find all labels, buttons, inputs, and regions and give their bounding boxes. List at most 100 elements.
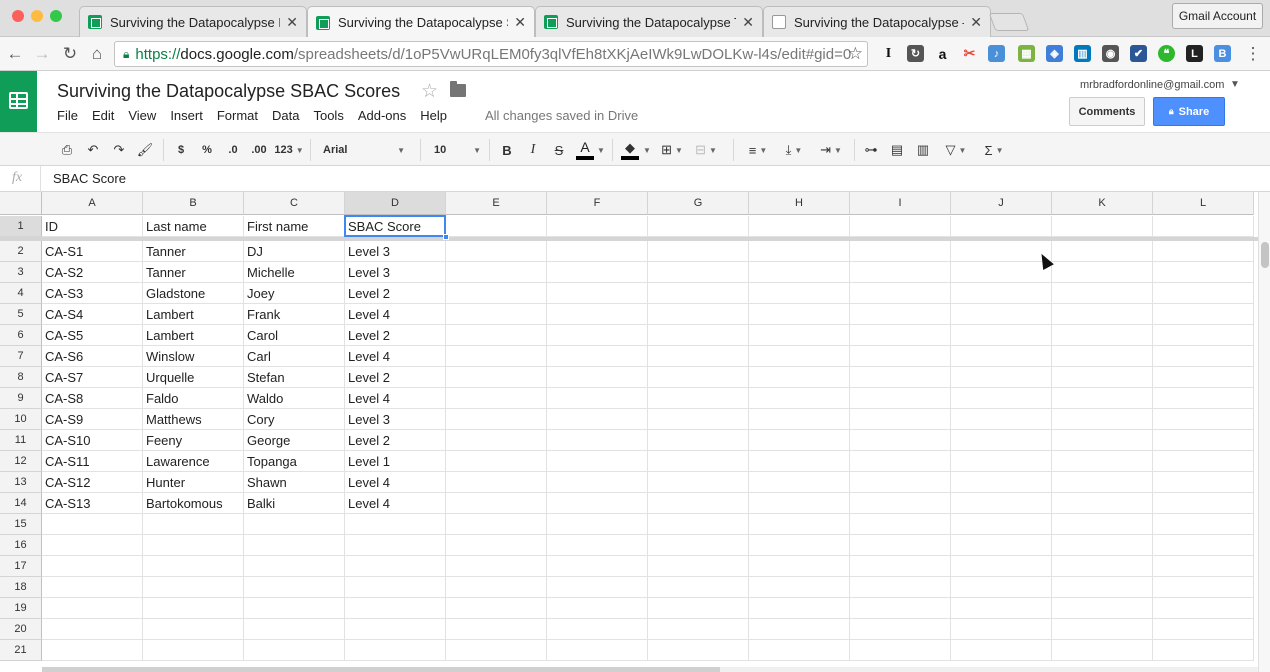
- percent-format-button[interactable]: %: [198, 141, 216, 159]
- cell-e21[interactable]: [446, 640, 547, 661]
- functions-button[interactable]: Σ ▼: [978, 141, 1010, 159]
- instapaper-extension-icon[interactable]: I: [880, 45, 897, 62]
- strikethrough-button[interactable]: S: [550, 141, 568, 159]
- font-family-select[interactable]: Arial ▼: [315, 141, 407, 159]
- cell-l7[interactable]: [1153, 346, 1254, 367]
- more-formats-button[interactable]: 123 ▼: [273, 141, 305, 159]
- cell-f10[interactable]: [547, 409, 648, 430]
- amazon-extension-icon[interactable]: a: [934, 45, 951, 62]
- column-header-j[interactable]: J: [951, 192, 1052, 215]
- cell-l18[interactable]: [1153, 577, 1254, 598]
- row-header-6[interactable]: 6: [0, 325, 42, 346]
- column-header-g[interactable]: G: [648, 192, 749, 215]
- cell-e6[interactable]: [446, 325, 547, 346]
- cell-h2[interactable]: [749, 241, 850, 262]
- link-icon[interactable]: ⊶: [862, 141, 880, 159]
- cell-e20[interactable]: [446, 619, 547, 640]
- extension-icon[interactable]: ↻: [907, 45, 924, 62]
- profile-button[interactable]: Gmail Account: [1172, 3, 1263, 29]
- cell-h1[interactable]: [749, 216, 850, 237]
- cell-f13[interactable]: [547, 472, 648, 493]
- extension-icon[interactable]: ❝: [1158, 45, 1175, 62]
- paint-format-icon[interactable]: 🖌︎: [136, 141, 154, 159]
- cell-j9[interactable]: [951, 388, 1052, 409]
- cell-f14[interactable]: [547, 493, 648, 514]
- cell-i14[interactable]: [850, 493, 951, 514]
- cell-d12[interactable]: Level 1: [345, 451, 446, 472]
- cell-h14[interactable]: [749, 493, 850, 514]
- chrome-menu-icon[interactable]: ⋮: [1244, 44, 1262, 64]
- cell-j20[interactable]: [951, 619, 1052, 640]
- cell-j15[interactable]: [951, 514, 1052, 535]
- scroll-thumb[interactable]: [1261, 242, 1269, 268]
- cell-k20[interactable]: [1052, 619, 1153, 640]
- minimize-window-button[interactable]: [31, 10, 43, 22]
- text-wrap-icon[interactable]: ⇥ ▼: [814, 141, 848, 159]
- row-header-21[interactable]: 21: [0, 640, 42, 661]
- save-status[interactable]: All changes saved in Drive: [485, 108, 638, 123]
- cell-k8[interactable]: [1052, 367, 1153, 388]
- frozen-row-divider[interactable]: [0, 237, 1258, 241]
- cell-b4[interactable]: Gladstone: [143, 283, 244, 304]
- cell-j14[interactable]: [951, 493, 1052, 514]
- cell-a18[interactable]: [42, 577, 143, 598]
- trello-extension-icon[interactable]: ▥: [1074, 45, 1091, 62]
- cell-e11[interactable]: [446, 430, 547, 451]
- cell-c15[interactable]: [244, 514, 345, 535]
- cell-g1[interactable]: [648, 216, 749, 237]
- forward-icon[interactable]: →: [33, 44, 51, 64]
- cell-d21[interactable]: [345, 640, 446, 661]
- cell-c12[interactable]: Topanga: [244, 451, 345, 472]
- formula-input[interactable]: SBAC Score: [53, 171, 126, 186]
- menu-help[interactable]: Help: [420, 108, 447, 126]
- cell-i4[interactable]: [850, 283, 951, 304]
- cell-k5[interactable]: [1052, 304, 1153, 325]
- cell-b18[interactable]: [143, 577, 244, 598]
- cell-a10[interactable]: CA-S9: [42, 409, 143, 430]
- column-header-d[interactable]: D: [345, 192, 446, 215]
- column-header-b[interactable]: B: [143, 192, 244, 215]
- cell-a7[interactable]: CA-S6: [42, 346, 143, 367]
- cell-j6[interactable]: [951, 325, 1052, 346]
- cell-c13[interactable]: Shawn: [244, 472, 345, 493]
- cell-k9[interactable]: [1052, 388, 1153, 409]
- cell-c20[interactable]: [244, 619, 345, 640]
- cell-d19[interactable]: [345, 598, 446, 619]
- cell-l1[interactable]: [1153, 216, 1254, 237]
- clipper-extension-icon[interactable]: ✂: [961, 45, 978, 62]
- close-icon[interactable]: ✕: [514, 14, 526, 31]
- cell-k19[interactable]: [1052, 598, 1153, 619]
- insert-comment-icon[interactable]: ▤: [888, 141, 906, 159]
- cell-c5[interactable]: Frank: [244, 304, 345, 325]
- cell-d10[interactable]: Level 3: [345, 409, 446, 430]
- menu-edit[interactable]: Edit: [92, 108, 114, 126]
- row-header-14[interactable]: 14: [0, 493, 42, 514]
- close-icon[interactable]: ✕: [742, 14, 754, 31]
- cell-b1[interactable]: Last name: [143, 216, 244, 237]
- cell-b8[interactable]: Urquelle: [143, 367, 244, 388]
- back-icon[interactable]: ←: [6, 44, 24, 64]
- italic-button[interactable]: I: [524, 141, 542, 159]
- cell-c10[interactable]: Cory: [244, 409, 345, 430]
- row-header-17[interactable]: 17: [0, 556, 42, 577]
- cell-i6[interactable]: [850, 325, 951, 346]
- cell-l2[interactable]: [1153, 241, 1254, 262]
- cell-f12[interactable]: [547, 451, 648, 472]
- cell-i7[interactable]: [850, 346, 951, 367]
- cell-f19[interactable]: [547, 598, 648, 619]
- row-header-5[interactable]: 5: [0, 304, 42, 325]
- row-header-1[interactable]: 1: [0, 216, 42, 237]
- cell-c21[interactable]: [244, 640, 345, 661]
- fill-handle[interactable]: [443, 234, 449, 240]
- browser-tab[interactable]: Surviving the Datapocalypse – ✕: [763, 6, 991, 37]
- cell-b17[interactable]: [143, 556, 244, 577]
- cell-e5[interactable]: [446, 304, 547, 325]
- cell-k4[interactable]: [1052, 283, 1153, 304]
- extension-icon[interactable]: ♪: [988, 45, 1005, 62]
- bookmark-star-icon[interactable]: ☆: [848, 44, 863, 64]
- cell-i18[interactable]: [850, 577, 951, 598]
- row-header-20[interactable]: 20: [0, 619, 42, 640]
- cell-f16[interactable]: [547, 535, 648, 556]
- cell-a11[interactable]: CA-S10: [42, 430, 143, 451]
- cell-d11[interactable]: Level 2: [345, 430, 446, 451]
